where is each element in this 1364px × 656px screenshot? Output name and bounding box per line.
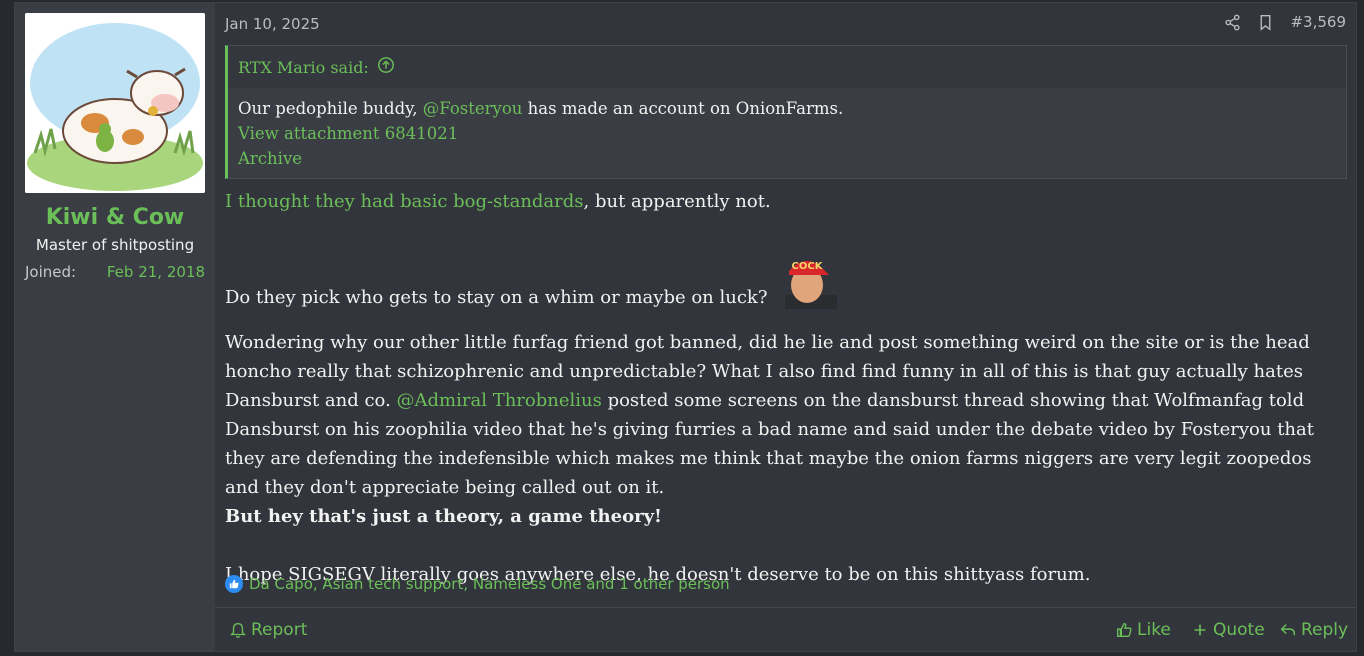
report-button[interactable]: Report xyxy=(229,620,307,640)
reactions-list[interactable]: Da Capo, Asian tech support, Nameless On… xyxy=(249,575,730,593)
post-main: Jan 10, 2025 #3,569 RTX Mario said: Our … xyxy=(215,3,1356,651)
cow-avatar-image xyxy=(25,13,205,193)
trump-cap-emoji: COCK xyxy=(781,249,838,309)
user-sidebar: Kiwi & Cow Master of shitposting Joined:… xyxy=(15,3,215,651)
inline-link[interactable]: I thought they had basic bog-standards xyxy=(225,191,584,212)
reply-button[interactable]: Reply xyxy=(1279,620,1348,640)
quote-line: Our pedophile buddy, @Fosteryou has made… xyxy=(238,99,844,118)
joined-label: Joined: xyxy=(25,263,77,281)
reply-arrow-icon xyxy=(1280,624,1296,636)
mention-link[interactable]: @Fosteryou xyxy=(423,99,523,118)
quote-header[interactable]: RTX Mario said: xyxy=(228,46,1346,88)
paragraph: Wondering why our other little furfag fr… xyxy=(225,332,1314,498)
thumbs-up-icon xyxy=(1117,623,1132,637)
paragraph: Do they pick who gets to stay on a whim … xyxy=(225,249,1347,312)
share-icon[interactable] xyxy=(1224,14,1241,31)
mention-link[interactable]: @Admiral Throbnelius xyxy=(397,390,602,411)
forum-post: Kiwi & Cow Master of shitposting Joined:… xyxy=(14,2,1357,652)
user-title: Master of shitposting xyxy=(35,236,195,254)
post-tools: #3,569 xyxy=(1224,13,1346,31)
like-reaction-icon xyxy=(225,575,243,593)
like-button[interactable]: Like xyxy=(1115,620,1171,640)
bold-paragraph: But hey that's just a theory, a game the… xyxy=(225,506,662,527)
plus-icon xyxy=(1194,624,1206,636)
quote-block: RTX Mario said: Our pedophile buddy, @Fo… xyxy=(225,45,1347,179)
attachment-link[interactable]: View attachment 6841021 xyxy=(238,121,843,146)
username[interactable]: Kiwi & Cow xyxy=(15,205,215,230)
bell-icon xyxy=(230,623,246,638)
cap-text: COCK xyxy=(792,261,824,272)
joined-date: Feb 21, 2018 xyxy=(106,263,205,281)
user-avatar[interactable] xyxy=(25,13,205,193)
paragraph: I thought they had basic bog-standards, … xyxy=(225,191,771,212)
post-date[interactable]: Jan 10, 2025 xyxy=(225,15,320,33)
post-content: I thought they had basic bog-standards, … xyxy=(225,187,1347,589)
archive-link[interactable]: Archive xyxy=(238,146,843,171)
quote-button[interactable]: Quote xyxy=(1191,620,1265,640)
quote-body: Our pedophile buddy, @Fosteryou has made… xyxy=(238,96,843,171)
reactions-bar[interactable]: Da Capo, Asian tech support, Nameless On… xyxy=(225,575,730,593)
post-number[interactable]: #3,569 xyxy=(1290,13,1346,31)
arrow-up-circle-icon[interactable] xyxy=(377,56,395,78)
post-footer: Report Like Quote Reply xyxy=(215,607,1356,654)
quote-author[interactable]: RTX Mario said: xyxy=(238,58,369,77)
bookmark-icon[interactable] xyxy=(1257,14,1274,31)
